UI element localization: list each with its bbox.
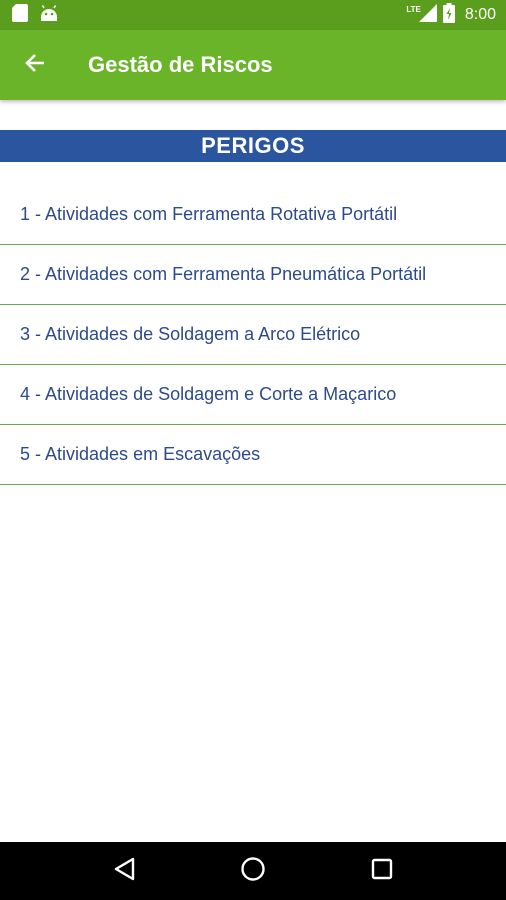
sd-card-icon: [12, 3, 28, 27]
nav-recents-button[interactable]: [362, 851, 402, 891]
hazard-list: 1 - Atividades com Ferramenta Rotativa P…: [0, 185, 506, 485]
status-time: 8:00: [464, 6, 496, 23]
back-triangle-icon: [113, 857, 135, 886]
android-icon: [40, 4, 58, 26]
signal-icon: [418, 3, 437, 27]
status-left: [12, 3, 58, 27]
recents-square-icon: [371, 858, 393, 885]
app-bar: Gestão de Riscos: [0, 30, 506, 100]
network-type: LTE: [406, 5, 421, 14]
hazard-item-5[interactable]: 5 - Atividades em Escavações: [0, 425, 506, 485]
home-circle-icon: [240, 856, 266, 887]
arrow-back-icon: [24, 52, 46, 79]
battery-icon: [442, 2, 455, 28]
hazard-item-3[interactable]: 3 - Atividades de Soldagem a Arco Elétri…: [0, 305, 506, 365]
page-title: Gestão de Riscos: [88, 52, 273, 77]
status-right: LTE 8:00: [406, 2, 496, 28]
hazard-item-4[interactable]: 4 - Atividades de Soldagem e Corte a Maç…: [0, 365, 506, 425]
status-bar: LTE 8:00: [0, 0, 506, 30]
nav-back-button[interactable]: [104, 851, 144, 891]
hazard-item-2[interactable]: 2 - Atividades com Ferramenta Pneumática…: [0, 245, 506, 305]
hazard-item-1[interactable]: 1 - Atividades com Ferramenta Rotativa P…: [0, 185, 506, 245]
system-nav-bar: [0, 842, 506, 900]
section-header: PERIGOS: [0, 130, 506, 162]
back-button[interactable]: [0, 30, 70, 100]
nav-home-button[interactable]: [233, 851, 273, 891]
